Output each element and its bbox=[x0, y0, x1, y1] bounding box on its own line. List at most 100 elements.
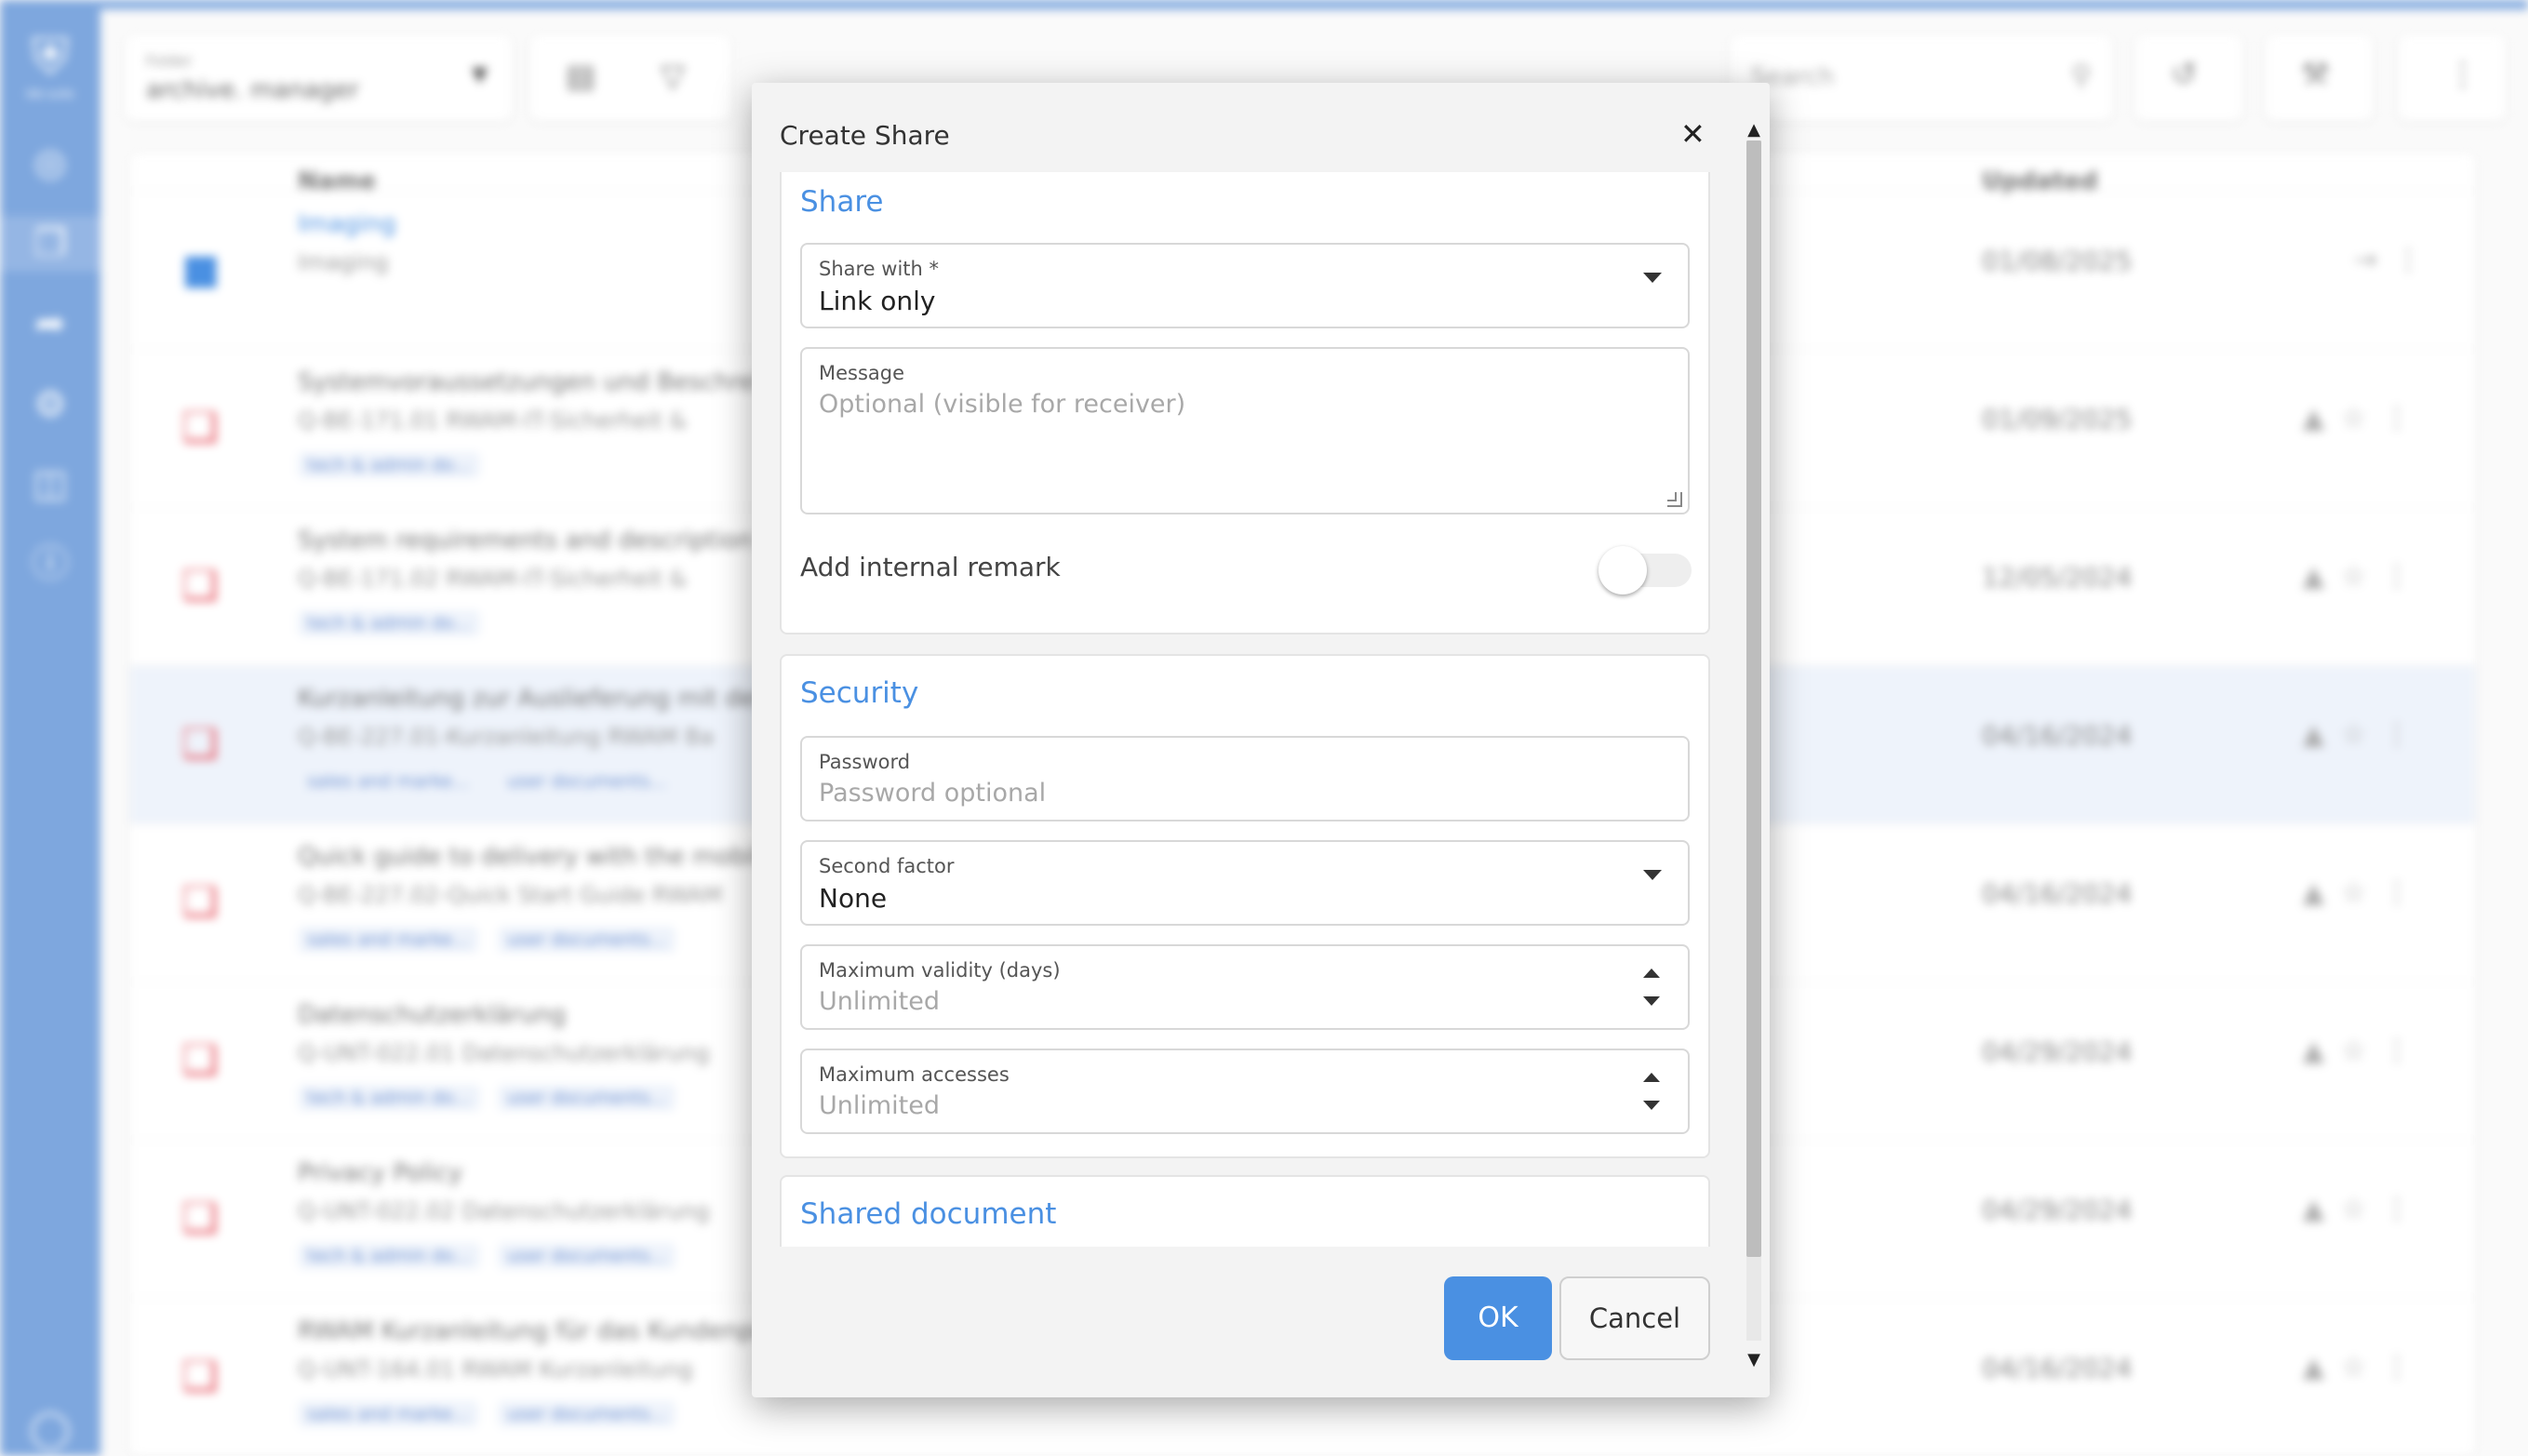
message-field[interactable]: Message Optional (visible for receiver) bbox=[800, 347, 1690, 514]
row-tag[interactable]: sales and marke... bbox=[298, 927, 479, 953]
row-updated-date: 04/29/2024 bbox=[1982, 1036, 2133, 1067]
password-field[interactable]: Password Password optional bbox=[800, 736, 1690, 822]
row-tag[interactable]: user documents... bbox=[498, 927, 676, 953]
increment-icon[interactable] bbox=[1643, 1073, 1660, 1082]
message-placeholder: Optional (visible for receiver) bbox=[819, 390, 1186, 419]
tree-view-icon[interactable]: ▤ bbox=[566, 58, 595, 95]
row-tag[interactable]: sales and marke... bbox=[298, 1401, 479, 1427]
row-tag[interactable]: tech & admin do... bbox=[298, 452, 480, 478]
decrement-icon[interactable] bbox=[1643, 1101, 1660, 1110]
internal-remark-toggle[interactable] bbox=[1598, 546, 1692, 594]
row-title: RWAM Kurzanleitung für das Kundenpo bbox=[298, 1317, 769, 1345]
pdf-file-icon: ❑ bbox=[181, 878, 219, 926]
row-updated-date: 04/16/2024 bbox=[1982, 878, 2133, 909]
logo-icon: ⛨ bbox=[31, 27, 70, 86]
dashboard-icon[interactable]: ◎ bbox=[22, 135, 78, 191]
row-title: Datenschutzerklärung bbox=[298, 1001, 567, 1029]
share-section-title: Share bbox=[800, 185, 884, 219]
max-validity-placeholder: Unlimited bbox=[819, 987, 941, 1016]
user-account-icon[interactable]: ◯ bbox=[22, 1401, 78, 1456]
tools-button[interactable]: ⚒ bbox=[2266, 35, 2373, 121]
toggle-knob bbox=[1598, 546, 1647, 594]
view-tools: ▤ ▽ bbox=[530, 35, 730, 121]
chevron-down-icon[interactable] bbox=[1643, 870, 1662, 880]
chevron-down-icon[interactable] bbox=[1643, 273, 1662, 283]
row-updated-date: 04/29/2024 bbox=[1982, 1195, 2133, 1225]
logo-text: ibb suite bbox=[26, 87, 74, 100]
cancel-button[interactable]: Cancel bbox=[1559, 1276, 1710, 1360]
pdf-file-icon: ❑ bbox=[181, 404, 219, 451]
max-accesses-stepper[interactable] bbox=[1641, 1067, 1664, 1117]
row-updated-date: 01/08/2025 bbox=[1982, 246, 2133, 276]
refresh-button[interactable]: ↺ bbox=[2135, 35, 2242, 121]
pdf-file-icon: ❑ bbox=[181, 720, 219, 768]
folder-icon: ■ bbox=[181, 246, 221, 293]
row-actions[interactable]: ▲☆⋮ bbox=[2303, 1035, 2428, 1067]
max-validity-stepper[interactable] bbox=[1641, 963, 1664, 1013]
increment-icon[interactable] bbox=[1643, 968, 1660, 978]
scroll-down-icon[interactable]: ▼ bbox=[1741, 1350, 1767, 1369]
pdf-file-icon: ❑ bbox=[181, 1036, 219, 1084]
top-strip bbox=[0, 0, 2528, 9]
dialog-scrollbar[interactable]: ▲ ▼ bbox=[1741, 120, 1767, 1369]
row-title: Kurzanleitung zur Auslieferung mit der bbox=[298, 685, 766, 713]
row-tag[interactable]: user documents... bbox=[498, 1401, 676, 1427]
ok-button[interactable]: OK bbox=[1444, 1276, 1552, 1360]
row-title: System requirements and description o bbox=[298, 527, 776, 554]
security-card: Security Password Password optional Seco… bbox=[780, 654, 1710, 1158]
documents-nav-icon[interactable]: ❐ bbox=[0, 216, 100, 272]
close-icon[interactable]: ✕ bbox=[1680, 116, 1705, 152]
search-box[interactable]: Search ⚲ bbox=[1731, 35, 2112, 121]
row-subtitle: Q-BE-171.01 RWAM-IT-Sicherheit & bbox=[298, 407, 688, 434]
share-card: Share Share with * Link only Message Opt… bbox=[780, 172, 1710, 634]
row-subtitle: Q-UNT-022.02 Datenschutzerklärung bbox=[298, 1198, 710, 1224]
row-actions[interactable]: ▲☆⋮ bbox=[2303, 560, 2428, 593]
refresh-icon: ↺ bbox=[2171, 56, 2198, 93]
row-subtitle: Q-UNT-164.01 RWAM Kurzanleitung bbox=[298, 1356, 693, 1383]
shared-document-section-title: Shared document bbox=[800, 1197, 1057, 1231]
message-label: Message bbox=[819, 362, 905, 384]
row-tag[interactable]: user documents... bbox=[498, 1085, 676, 1111]
row-updated-date: 01/09/2025 bbox=[1982, 404, 2133, 434]
row-actions[interactable]: ▲☆⋮ bbox=[2303, 402, 2428, 434]
max-validity-field[interactable]: Maximum validity (days) Unlimited bbox=[800, 944, 1690, 1030]
scrollbar-thumb[interactable] bbox=[1746, 140, 1761, 1257]
pdf-file-icon: ❑ bbox=[181, 1353, 219, 1400]
help-nav-icon[interactable]: ⓘ bbox=[22, 536, 78, 592]
second-factor-label: Second factor bbox=[819, 855, 955, 877]
sidebar: ⛨ ibb suite ◎ ❐ ➦ ⚙ ◫ ⓘ ◯ bbox=[0, 9, 100, 1456]
share-nav-icon[interactable]: ➦ bbox=[22, 296, 78, 352]
max-accesses-label: Maximum accesses bbox=[819, 1063, 1010, 1086]
row-tag[interactable]: tech & admin do... bbox=[298, 610, 480, 636]
row-actions[interactable]: ▲☆⋮ bbox=[2303, 718, 2428, 751]
share-with-value: Link only bbox=[819, 286, 936, 316]
scroll-up-icon[interactable]: ▲ bbox=[1741, 120, 1767, 140]
row-title: Quick guide to delivery with the mobile bbox=[298, 843, 775, 871]
max-accesses-field[interactable]: Maximum accesses Unlimited bbox=[800, 1049, 1690, 1134]
more-button[interactable]: ⋮ bbox=[2399, 35, 2506, 121]
more-vert-icon: ⋮ bbox=[2447, 56, 2479, 93]
row-tag[interactable]: sales and marke... bbox=[298, 768, 479, 795]
row-tag[interactable]: tech & admin do... bbox=[298, 1243, 480, 1269]
second-factor-value: None bbox=[819, 883, 888, 914]
decrement-icon[interactable] bbox=[1643, 996, 1660, 1006]
trash-nav-icon[interactable]: ◫ bbox=[22, 456, 78, 512]
workflow-nav-icon[interactable]: ⚙ bbox=[22, 377, 78, 433]
create-share-dialog: Create Share ✕ ▲ ▼ Share Share with * Li… bbox=[752, 83, 1770, 1397]
row-tag[interactable]: user documents... bbox=[498, 1243, 676, 1269]
row-tag[interactable]: user documents... bbox=[498, 768, 676, 795]
row-actions[interactable]: ▲☆⋮ bbox=[2303, 1351, 2428, 1383]
pdf-file-icon: ❑ bbox=[181, 562, 219, 609]
pdf-file-icon: ❑ bbox=[181, 1195, 219, 1242]
filter-icon[interactable]: ▽ bbox=[661, 58, 685, 95]
row-actions[interactable]: ▲☆⋮ bbox=[2303, 1193, 2428, 1225]
shared-document-card: Shared document bbox=[780, 1175, 1710, 1247]
row-tag[interactable]: tech & admin do... bbox=[298, 1085, 480, 1111]
row-actions[interactable]: ▲☆⋮ bbox=[2303, 876, 2428, 909]
second-factor-select[interactable]: Second factor None bbox=[800, 840, 1690, 926]
folder-select[interactable]: Folder archive. manager ▼ bbox=[126, 35, 512, 121]
share-with-select[interactable]: Share with * Link only bbox=[800, 243, 1690, 328]
row-actions[interactable]: →⋮ bbox=[2303, 244, 2439, 276]
row-title: Imaging bbox=[298, 210, 396, 238]
resize-handle-icon[interactable] bbox=[1667, 492, 1682, 507]
